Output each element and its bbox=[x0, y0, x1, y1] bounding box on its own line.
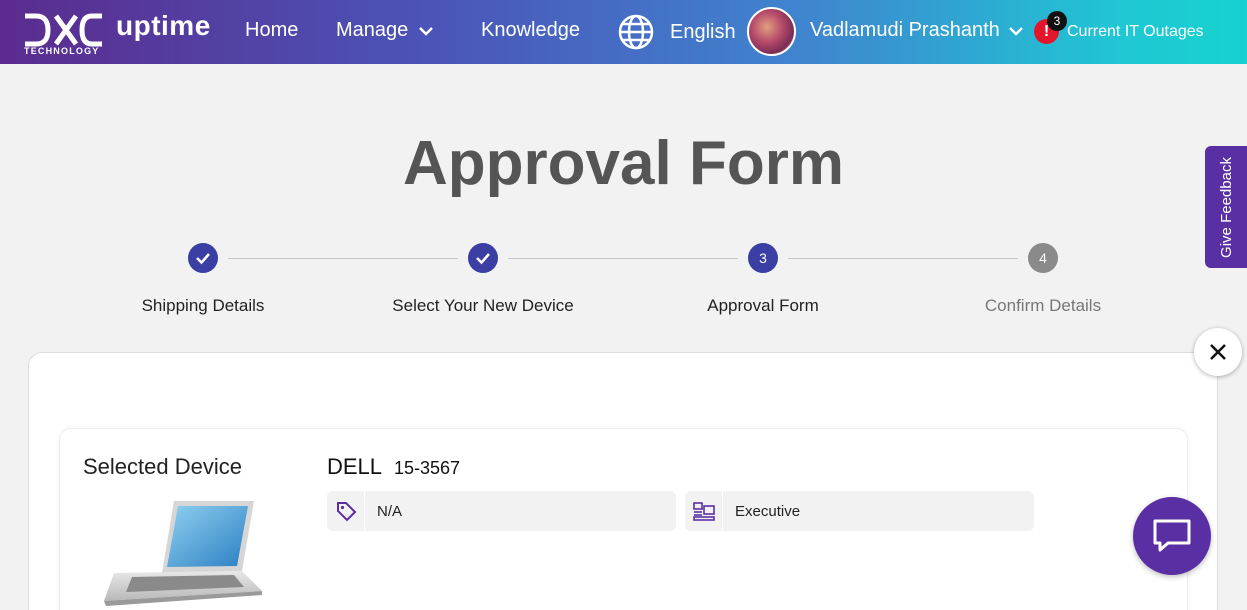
uptime-brand[interactable]: uptime bbox=[116, 10, 211, 42]
step-1-indicator[interactable] bbox=[188, 243, 218, 273]
check-icon bbox=[476, 253, 490, 265]
top-navigation-bar: TECHNOLOGY uptime Home Manage Knowledge … bbox=[0, 0, 1247, 64]
give-feedback-tab[interactable]: Give Feedback bbox=[1205, 146, 1247, 268]
close-button[interactable] bbox=[1194, 328, 1242, 376]
category-chip: Executive bbox=[685, 491, 1034, 531]
current-it-outages-link[interactable]: Current IT Outages bbox=[1067, 23, 1204, 41]
chat-button[interactable] bbox=[1133, 497, 1211, 575]
price-tag-chip: N/A bbox=[327, 491, 676, 531]
nav-knowledge[interactable]: Knowledge bbox=[481, 19, 580, 42]
logo-wordmark: TECHNOLOGY bbox=[24, 46, 100, 56]
step-3-indicator: 3 bbox=[748, 243, 778, 273]
chevron-down-icon bbox=[1008, 26, 1023, 36]
executive-icon-wrap bbox=[685, 491, 723, 531]
chat-icon bbox=[1153, 519, 1191, 552]
page-title: Approval Form bbox=[403, 129, 844, 198]
close-icon bbox=[1210, 344, 1226, 360]
device-model: 15-3567 bbox=[394, 458, 461, 478]
chevron-down-icon bbox=[419, 26, 434, 36]
check-icon bbox=[196, 253, 210, 265]
nav-home[interactable]: Home bbox=[245, 19, 298, 42]
selected-device-label: Selected Device bbox=[83, 454, 242, 479]
user-name: Vadlamudi Prashanth bbox=[810, 19, 1000, 41]
globe-icon[interactable] bbox=[617, 13, 655, 51]
user-menu[interactable]: Vadlamudi Prashanth bbox=[810, 19, 1024, 42]
step-connector bbox=[788, 258, 1018, 259]
step-4-indicator: 4 bbox=[1028, 243, 1058, 273]
tag-icon-wrap bbox=[327, 491, 365, 531]
device-brand: DELL bbox=[327, 454, 383, 479]
step-4-label: Confirm Details bbox=[984, 296, 1102, 315]
step-2-label: Select Your New Device bbox=[392, 296, 574, 315]
step-connector bbox=[228, 258, 458, 259]
step-3-label: Approval Form bbox=[707, 296, 819, 315]
nav-manage-label: Manage bbox=[336, 19, 409, 41]
laptop-image bbox=[104, 501, 262, 606]
avatar[interactable] bbox=[747, 7, 796, 56]
executive-icon bbox=[692, 502, 715, 521]
nav-manage[interactable]: Manage bbox=[336, 19, 434, 42]
language-selector[interactable]: English bbox=[670, 21, 736, 44]
give-feedback-label: Give Feedback bbox=[1217, 156, 1235, 258]
price-tag-value: N/A bbox=[377, 502, 403, 520]
step-1-label: Shipping Details bbox=[141, 296, 265, 315]
step-connector bbox=[508, 258, 738, 259]
category-value: Executive bbox=[735, 502, 801, 520]
step-2-indicator[interactable] bbox=[468, 243, 498, 273]
outage-count-badge: 3 bbox=[1047, 11, 1067, 31]
tag-icon bbox=[336, 502, 356, 522]
